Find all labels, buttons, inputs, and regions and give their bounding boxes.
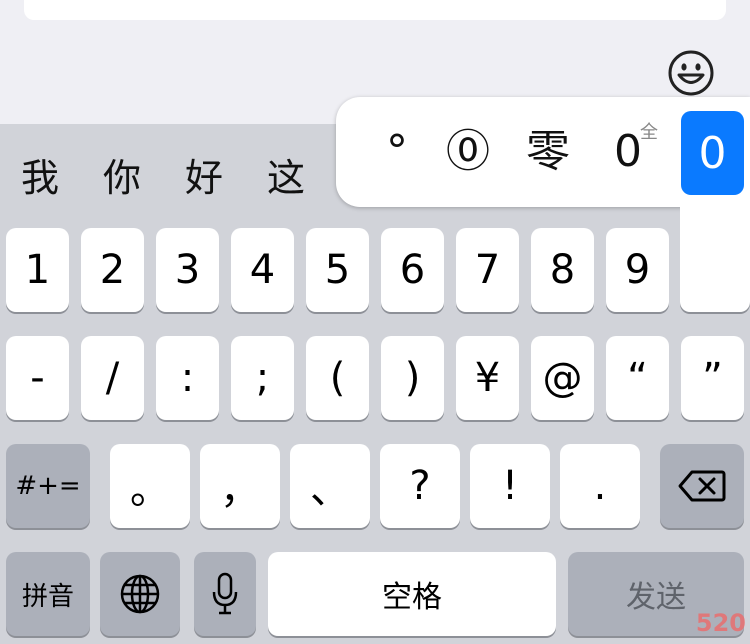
key-label: ! — [501, 463, 519, 509]
variant-chinese-zero[interactable]: 零 — [526, 124, 570, 180]
key-label: 9 — [624, 247, 651, 293]
key-question[interactable]: ? — [380, 444, 460, 528]
key-3[interactable]: 3 — [156, 228, 219, 312]
key-2[interactable]: 2 — [81, 228, 144, 312]
key-full-stop[interactable]: 。 — [110, 444, 190, 528]
symbols-toggle-button[interactable]: #+= — [6, 444, 90, 528]
key-label: @ — [542, 355, 583, 401]
key-open-quote[interactable]: “ — [606, 336, 669, 420]
variant-degree[interactable]: ° — [386, 124, 408, 180]
key-at[interactable]: @ — [531, 336, 594, 420]
key-exclamation[interactable]: ! — [470, 444, 550, 528]
key-label: 3 — [174, 247, 201, 293]
key-label: ; — [255, 355, 270, 401]
key-label: ? — [409, 463, 431, 509]
key-label: 8 — [549, 247, 576, 293]
key-label: ( — [329, 355, 346, 401]
message-input[interactable] — [24, 0, 726, 20]
key-open-paren[interactable]: ( — [306, 336, 369, 420]
key-1[interactable]: 1 — [6, 228, 69, 312]
key-label: 。 — [130, 467, 170, 513]
key-yen[interactable]: ¥ — [456, 336, 519, 420]
variant-fullwidth-zero[interactable]: 0 — [614, 124, 642, 180]
key-0-pressed[interactable] — [680, 196, 750, 312]
key-semicolon[interactable]: ; — [231, 336, 294, 420]
key-label: ) — [404, 355, 421, 401]
candidate-word[interactable]: 这 — [267, 156, 305, 200]
key-label: 6 — [399, 247, 426, 293]
globe-icon — [120, 574, 160, 614]
key-close-paren[interactable]: ) — [381, 336, 444, 420]
key-label: 7 — [474, 247, 501, 293]
candidate-word[interactable]: 我 — [21, 156, 59, 200]
globe-button[interactable] — [100, 552, 180, 636]
key-5[interactable]: 5 — [306, 228, 369, 312]
key-close-quote[interactable]: ” — [681, 336, 744, 420]
space-button[interactable]: 空格 — [268, 552, 556, 636]
watermark-text: 520 — [695, 609, 746, 637]
candidate-word[interactable]: 你 — [103, 156, 141, 200]
key-label: . — [593, 463, 607, 509]
smiley-icon — [668, 50, 714, 96]
emoji-button[interactable] — [668, 50, 714, 96]
key-label: 2 — [99, 247, 126, 293]
key-4[interactable]: 4 — [231, 228, 294, 312]
key-label: ， — [220, 467, 260, 513]
key-hyphen[interactable]: - — [6, 336, 69, 420]
key-label: ” — [702, 355, 723, 401]
key-label: #+= — [15, 471, 81, 501]
key-label: / — [105, 355, 120, 401]
key-9[interactable]: 9 — [606, 228, 669, 312]
key-8[interactable]: 8 — [531, 228, 594, 312]
dictation-button[interactable] — [194, 552, 256, 636]
variant-zero-selected[interactable]: 0 — [681, 111, 744, 195]
key-enumeration-comma[interactable]: 、 — [290, 444, 370, 528]
fullwidth-indicator: 全 — [640, 122, 658, 143]
key-label: “ — [627, 355, 648, 401]
key-label: - — [30, 355, 45, 401]
variant-circled-zero[interactable]: ⓪ — [446, 124, 490, 180]
key-label: 5 — [324, 247, 351, 293]
candidate-word[interactable]: 好 — [185, 156, 223, 200]
key-label: 拼音 — [21, 581, 74, 612]
microphone-icon — [212, 572, 238, 615]
key-label: 空格 — [382, 580, 442, 615]
key-period[interactable]: . — [560, 444, 640, 528]
watermark-logo: 520 — [624, 606, 746, 640]
key-6[interactable]: 6 — [381, 228, 444, 312]
delete-icon — [678, 470, 726, 502]
key-label: 4 — [249, 247, 276, 293]
key-label: : — [180, 355, 195, 401]
key-7[interactable]: 7 — [456, 228, 519, 312]
key-label: 1 — [24, 247, 51, 293]
key-label: ¥ — [474, 355, 501, 401]
key-label: 、 — [310, 467, 350, 513]
key-label: 0 — [698, 127, 727, 179]
key-colon[interactable]: : — [156, 336, 219, 420]
delete-button[interactable] — [660, 444, 744, 528]
key-comma[interactable]: ， — [200, 444, 280, 528]
pinyin-mode-button[interactable]: 拼音 — [6, 552, 90, 636]
key-slash[interactable]: / — [81, 336, 144, 420]
